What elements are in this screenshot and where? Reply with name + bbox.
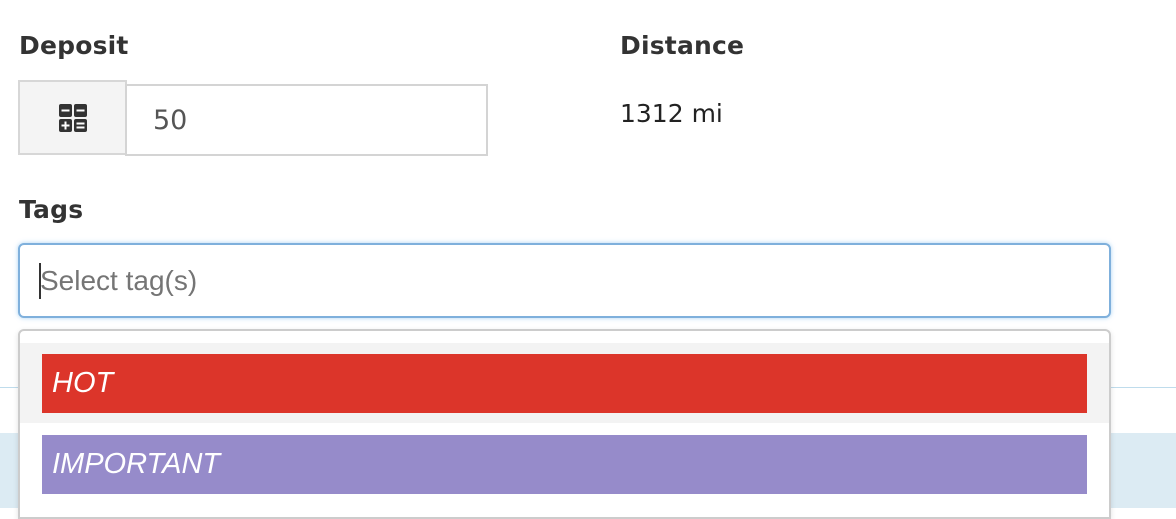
- deposit-label: Deposit: [19, 31, 129, 60]
- tag-option-important[interactable]: IMPORTANT: [20, 424, 1109, 504]
- distance-label: Distance: [620, 31, 745, 60]
- deposit-calculator-button[interactable]: [18, 80, 127, 155]
- distance-value: 1312 mi: [620, 99, 723, 128]
- tags-label: Tags: [19, 195, 84, 224]
- text-cursor: [39, 263, 41, 299]
- tag-chip-important: IMPORTANT: [42, 435, 1087, 494]
- tag-chip-hot: HOT: [42, 354, 1087, 413]
- tag-dropdown-menu: HOT IMPORTANT: [18, 329, 1111, 519]
- calculator-icon: [58, 103, 88, 133]
- deposit-input[interactable]: [125, 84, 488, 156]
- tag-option-hot[interactable]: HOT: [20, 343, 1109, 423]
- tags-search-input[interactable]: [18, 243, 1111, 318]
